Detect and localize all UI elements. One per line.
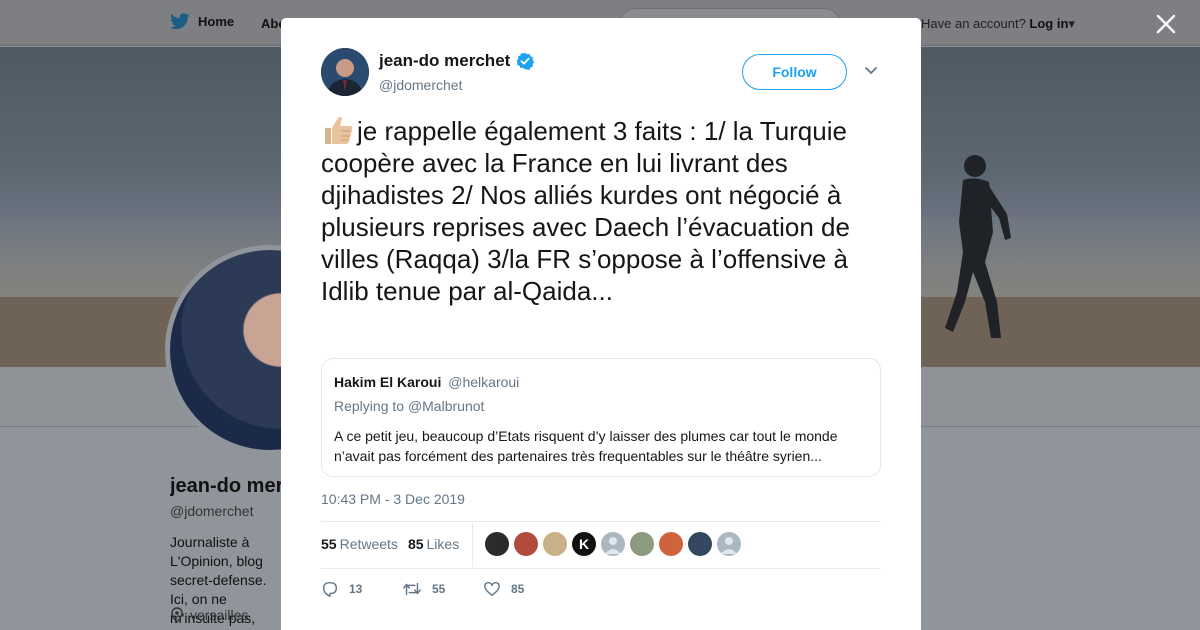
- nav-home-label: Home: [198, 14, 235, 29]
- svg-text:K: K: [579, 536, 589, 552]
- divider-top: [321, 521, 881, 522]
- author-block: jean-do merchet @jdomerchet: [379, 51, 535, 93]
- nav-home[interactable]: Home: [170, 13, 234, 30]
- tweet-text-body: je rappelle également 3 faits : 1/ la Tu…: [321, 116, 850, 306]
- retweet-action-count: 55: [432, 582, 446, 596]
- profile-handle: @jdomerchet: [170, 503, 254, 519]
- follow-button[interactable]: Follow: [742, 54, 847, 90]
- like-button[interactable]: 85: [483, 580, 564, 598]
- profile-location-text: versailles: [190, 607, 249, 623]
- likes-label: Likes: [426, 536, 460, 552]
- likes-count: 85: [407, 536, 424, 552]
- profile-name: jean-do merchet: [170, 475, 282, 497]
- liker-avatar[interactable]: K: [572, 532, 596, 556]
- liker-avatar[interactable]: [601, 532, 625, 556]
- liker-avatar[interactable]: [659, 532, 683, 556]
- liker-avatars: K: [485, 532, 741, 556]
- verified-badge-icon: [517, 52, 535, 70]
- author-handle[interactable]: @jdomerchet: [379, 77, 534, 93]
- heart-icon: [484, 581, 500, 597]
- retweets-stat[interactable]: 55 Retweets: [321, 536, 398, 552]
- liker-avatar[interactable]: [485, 532, 509, 556]
- account-prompt-text: Have an account?: [921, 16, 1026, 31]
- login-link[interactable]: Log in: [1029, 16, 1068, 31]
- liker-avatar[interactable]: [717, 532, 741, 556]
- reply-icon: [322, 581, 338, 597]
- twitter-bird-icon: [170, 13, 190, 30]
- tweet-text: je rappelle également 3 faits : 1/ la Tu…: [321, 114, 881, 307]
- divider-bottom: [321, 568, 881, 569]
- author-avatar[interactable]: [321, 48, 369, 96]
- tweet-stats: 55 Retweets 85 Likes: [321, 536, 459, 552]
- reply-count: 13: [349, 582, 363, 596]
- replying-to-link[interactable]: @Malbrunot: [408, 398, 484, 414]
- profile-location: versailles: [170, 607, 248, 623]
- author-name-row: jean-do merchet: [379, 51, 535, 71]
- tweet-actions: 13 55 85: [321, 580, 564, 598]
- like-action-count: 85: [511, 582, 525, 596]
- quoted-tweet-header: Hakim El Karoui @helkaroui: [334, 374, 519, 390]
- chevron-down-icon[interactable]: [864, 66, 878, 76]
- reply-button[interactable]: 13: [321, 580, 402, 598]
- liker-avatar[interactable]: [688, 532, 712, 556]
- quoted-tweet-card[interactable]: Hakim El Karoui @helkaroui Replying to @…: [321, 358, 881, 477]
- likes-stat[interactable]: 85 Likes: [408, 536, 459, 552]
- retweets-count: 55: [321, 536, 337, 552]
- retweet-button[interactable]: 55: [402, 580, 483, 598]
- retweets-label: Retweets: [339, 536, 398, 552]
- stats-separator: [472, 523, 473, 567]
- author-name[interactable]: jean-do merchet: [379, 51, 510, 71]
- account-prompt: Have an account? Log in▾: [921, 16, 1075, 32]
- quoted-replying-to: Replying to @Malbrunot: [334, 398, 484, 414]
- quoted-author-handle: @helkaroui: [448, 374, 520, 390]
- liker-avatar[interactable]: [543, 532, 567, 556]
- liker-avatar[interactable]: [630, 532, 654, 556]
- location-pin-icon: [171, 607, 183, 623]
- close-icon[interactable]: [1152, 10, 1180, 38]
- thumbs-up-emoji-icon: [325, 116, 353, 144]
- replying-prefix: Replying to: [334, 398, 405, 414]
- tweet-modal: jean-do merchet @jdomerchet Follow je ra…: [281, 18, 921, 630]
- quoted-author-name: Hakim El Karoui: [334, 374, 442, 390]
- retweet-icon: [403, 582, 421, 596]
- banner-runner-figure: [945, 155, 1011, 338]
- liker-avatar[interactable]: [514, 532, 538, 556]
- nav-about[interactable]: About: [261, 16, 281, 31]
- tweet-timestamp[interactable]: 10:43 PM - 3 Dec 2019: [321, 491, 465, 507]
- login-caret-icon[interactable]: ▾: [1068, 16, 1075, 31]
- quoted-tweet-text: A ce petit jeu, beaucoup d’Etats risquen…: [334, 428, 838, 464]
- author-avatar-image: [321, 48, 369, 96]
